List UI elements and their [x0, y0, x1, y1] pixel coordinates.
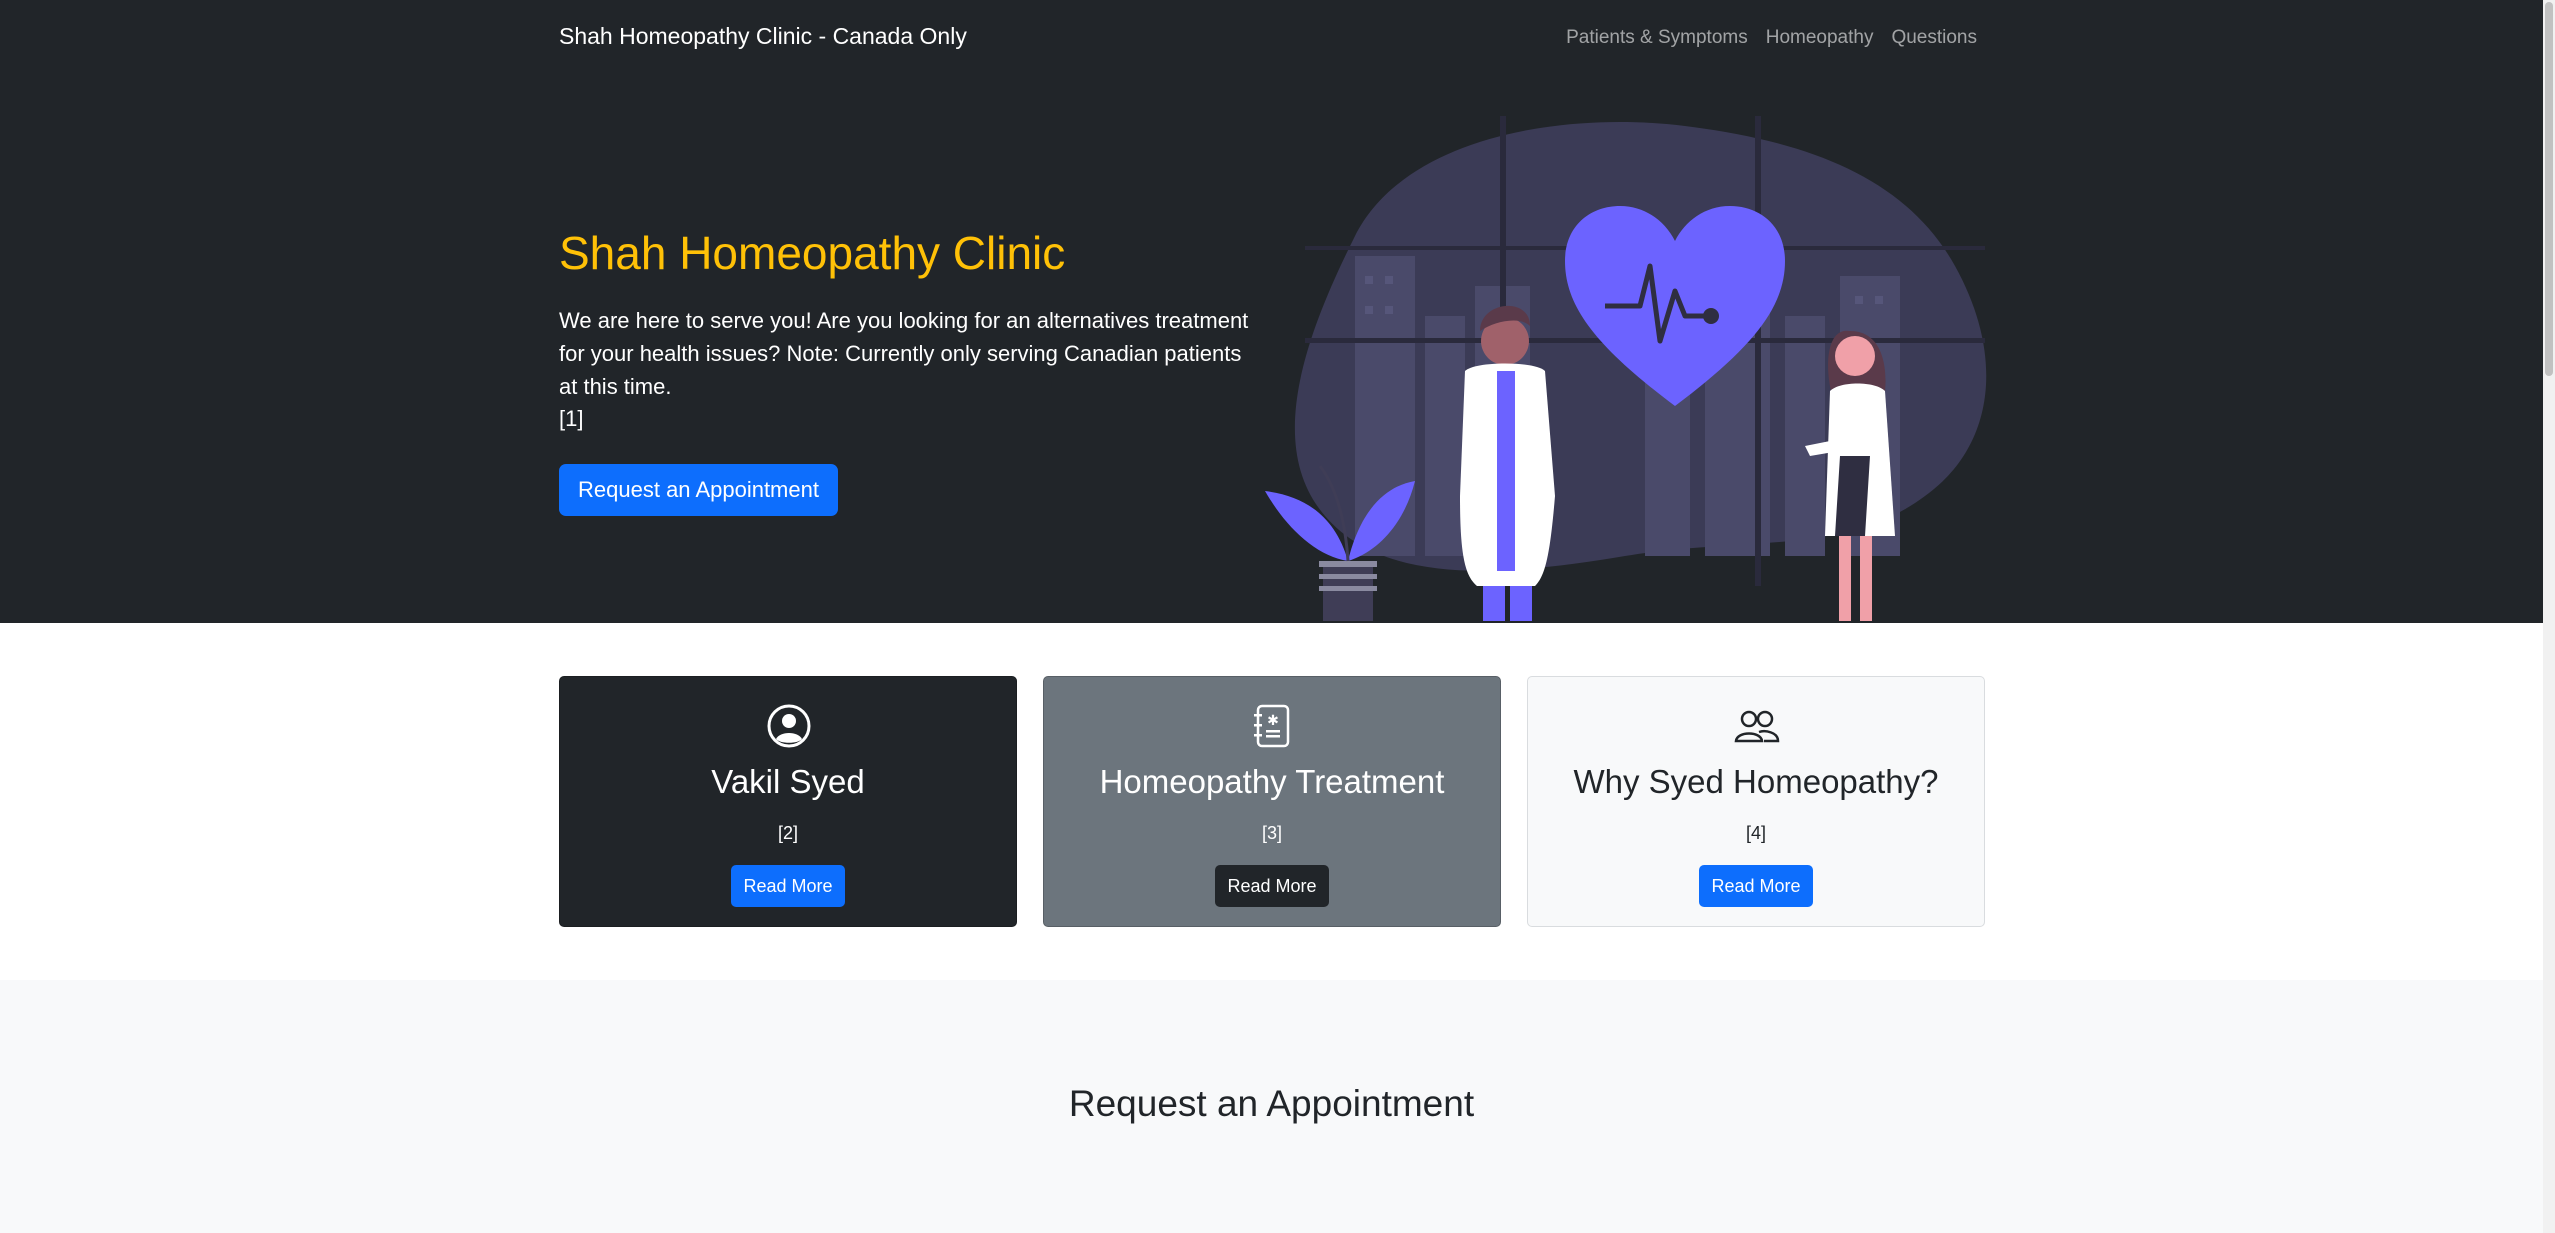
people-icon	[1734, 710, 1780, 743]
scrollbar-thumb[interactable]	[2545, 2, 2553, 376]
nav-link-homeopathy[interactable]: Homeopathy	[1766, 27, 1874, 49]
read-more-button[interactable]: Read More	[1699, 865, 1813, 907]
card-title: Why Syed Homeopathy?	[1573, 763, 1939, 800]
navbar-brand[interactable]: Shah Homeopathy Clinic - Canada Only	[559, 23, 967, 50]
card-homeopathy-treatment: ✱ Homeopathy Treatment [3] Read More	[1043, 676, 1501, 927]
medical-journal-icon: ✱	[1254, 704, 1290, 748]
svg-text:✱: ✱	[1267, 713, 1279, 729]
card-reference: [2]	[777, 823, 798, 843]
read-more-button[interactable]: Read More	[731, 865, 845, 907]
page-scrollbar[interactable]	[2543, 0, 2555, 1233]
card-why-syed-homeopathy: Why Syed Homeopathy? [4] Read More	[1527, 676, 1985, 927]
feature-cards-section: Vakil Syed [2] Read More ✱ Homeopathy Tr…	[0, 623, 2543, 980]
nav-link-patients-symptoms[interactable]: Patients & Symptoms	[1566, 27, 1748, 49]
person-circle-icon	[767, 704, 811, 748]
appointment-section: Request an Appointment	[0, 980, 2543, 1233]
card-reference: [3]	[1261, 823, 1282, 843]
hero-section: Shah Homeopathy Clinic We are here to se…	[0, 78, 2543, 623]
card-title: Vakil Syed	[711, 763, 865, 800]
doctors-heart-illustration	[1265, 116, 1987, 621]
hero-title: Shah Homeopathy Clinic	[559, 227, 1066, 279]
nav-link-questions[interactable]: Questions	[1891, 27, 1977, 49]
card-title: Homeopathy Treatment	[1099, 763, 1445, 800]
card-vakil-syed: Vakil Syed [2] Read More	[559, 676, 1017, 927]
hero-reference: [1]	[559, 406, 584, 431]
hero-description: We are here to serve you! Are you lookin…	[559, 308, 1249, 399]
read-more-button[interactable]: Read More	[1215, 865, 1329, 907]
page: Shah Homeopathy Clinic - Canada Only Pat…	[0, 0, 2555, 1233]
appointment-title: Request an Appointment	[1068, 1083, 1475, 1124]
request-appointment-button[interactable]: Request an Appointment	[559, 464, 838, 516]
nav-links: Patients & Symptoms Homeopathy Questions	[1566, 27, 1977, 49]
navbar: Shah Homeopathy Clinic - Canada Only Pat…	[0, 0, 2543, 78]
card-reference: [4]	[1745, 823, 1766, 843]
